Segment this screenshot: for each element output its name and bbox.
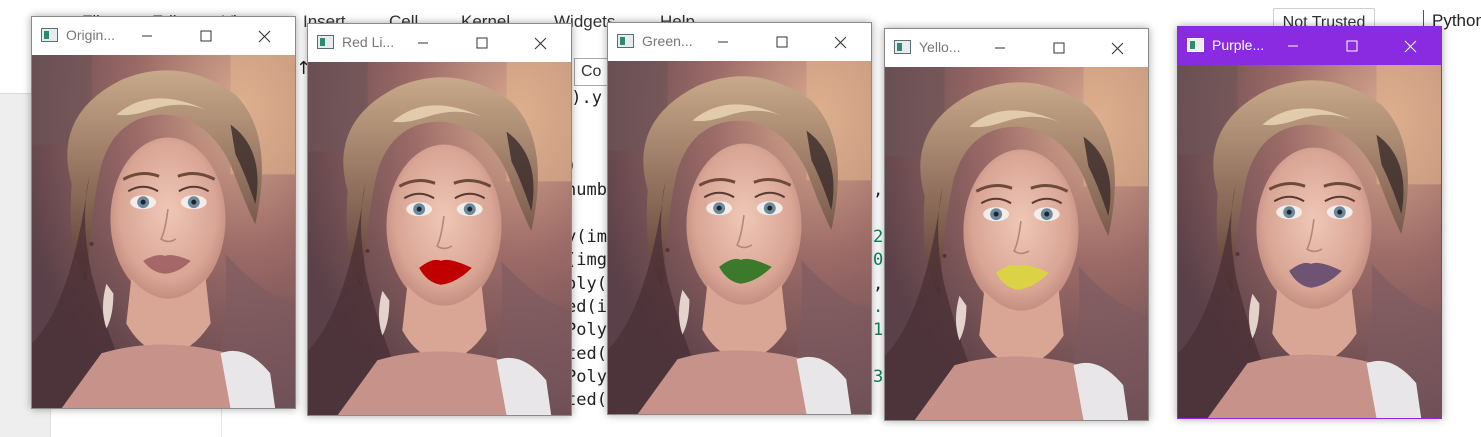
minimize-icon[interactable] <box>408 29 438 57</box>
code-line: y(im <box>566 227 607 247</box>
opencv-window[interactable]: Yello... <box>884 28 1149 421</box>
opencv-window-icon <box>41 28 58 42</box>
window-image-area <box>32 55 295 408</box>
opencv-window-icon <box>617 34 634 48</box>
window-image-area <box>608 61 871 414</box>
code-line: Poly <box>566 367 607 387</box>
code-number: 1 <box>873 320 884 340</box>
code-number: 3 <box>873 367 884 387</box>
code-fragment: , <box>873 274 884 294</box>
window-title: Green... <box>642 33 693 49</box>
window-image-area <box>308 62 571 415</box>
opencv-window[interactable]: Red Li... <box>307 23 572 416</box>
portrait-image <box>1178 65 1441 418</box>
close-icon[interactable] <box>525 29 555 57</box>
code-line: oly( <box>566 274 607 294</box>
code-line: ed(i <box>566 297 607 317</box>
code-number: . <box>873 297 884 317</box>
window-title: Purple... <box>1212 37 1265 53</box>
window-image-area <box>885 67 1148 420</box>
minimize-icon[interactable] <box>708 28 738 56</box>
code-line: (img <box>566 250 607 270</box>
window-titlebar[interactable]: Green... <box>608 23 871 61</box>
code-line: ted( <box>566 390 607 410</box>
window-title: Origin... <box>66 27 116 43</box>
code-number: 2 <box>873 227 884 247</box>
window-titlebar[interactable]: Origin... <box>32 17 295 55</box>
code-line: ted( <box>566 344 607 364</box>
opencv-window-icon <box>317 35 334 49</box>
opencv-window-icon <box>894 40 911 54</box>
window-title: Yello... <box>919 39 961 55</box>
opencv-window[interactable]: Purple... <box>1177 26 1442 419</box>
portrait-image <box>32 55 295 408</box>
opencv-window[interactable]: Origin... <box>31 16 296 409</box>
window-image-area <box>1178 65 1441 418</box>
portrait-image <box>885 67 1148 420</box>
window-title: Red Li... <box>342 34 395 50</box>
window-titlebar[interactable]: Purple... <box>1178 27 1441 65</box>
maximize-icon[interactable] <box>1337 32 1367 60</box>
minimize-icon[interactable] <box>985 34 1015 62</box>
close-icon[interactable] <box>1395 32 1425 60</box>
opencv-window-icon <box>1187 38 1204 52</box>
close-icon[interactable] <box>249 22 279 50</box>
code-number: 0 <box>873 250 884 270</box>
maximize-icon[interactable] <box>1044 34 1074 62</box>
window-titlebar[interactable]: Yello... <box>885 29 1148 67</box>
maximize-icon[interactable] <box>191 22 221 50</box>
opencv-window[interactable]: Green... <box>607 22 872 415</box>
minimize-icon[interactable] <box>132 22 162 50</box>
close-icon[interactable] <box>1102 34 1132 62</box>
window-titlebar[interactable]: Red Li... <box>308 24 571 62</box>
close-icon[interactable] <box>825 28 855 56</box>
code-line: Poly <box>566 320 607 340</box>
code-line: numb <box>566 180 607 200</box>
portrait-image <box>308 62 571 415</box>
maximize-icon[interactable] <box>767 28 797 56</box>
maximize-icon[interactable] <box>467 29 497 57</box>
code-fragment: , <box>873 180 884 200</box>
minimize-icon[interactable] <box>1278 32 1308 60</box>
portrait-image <box>608 61 871 414</box>
